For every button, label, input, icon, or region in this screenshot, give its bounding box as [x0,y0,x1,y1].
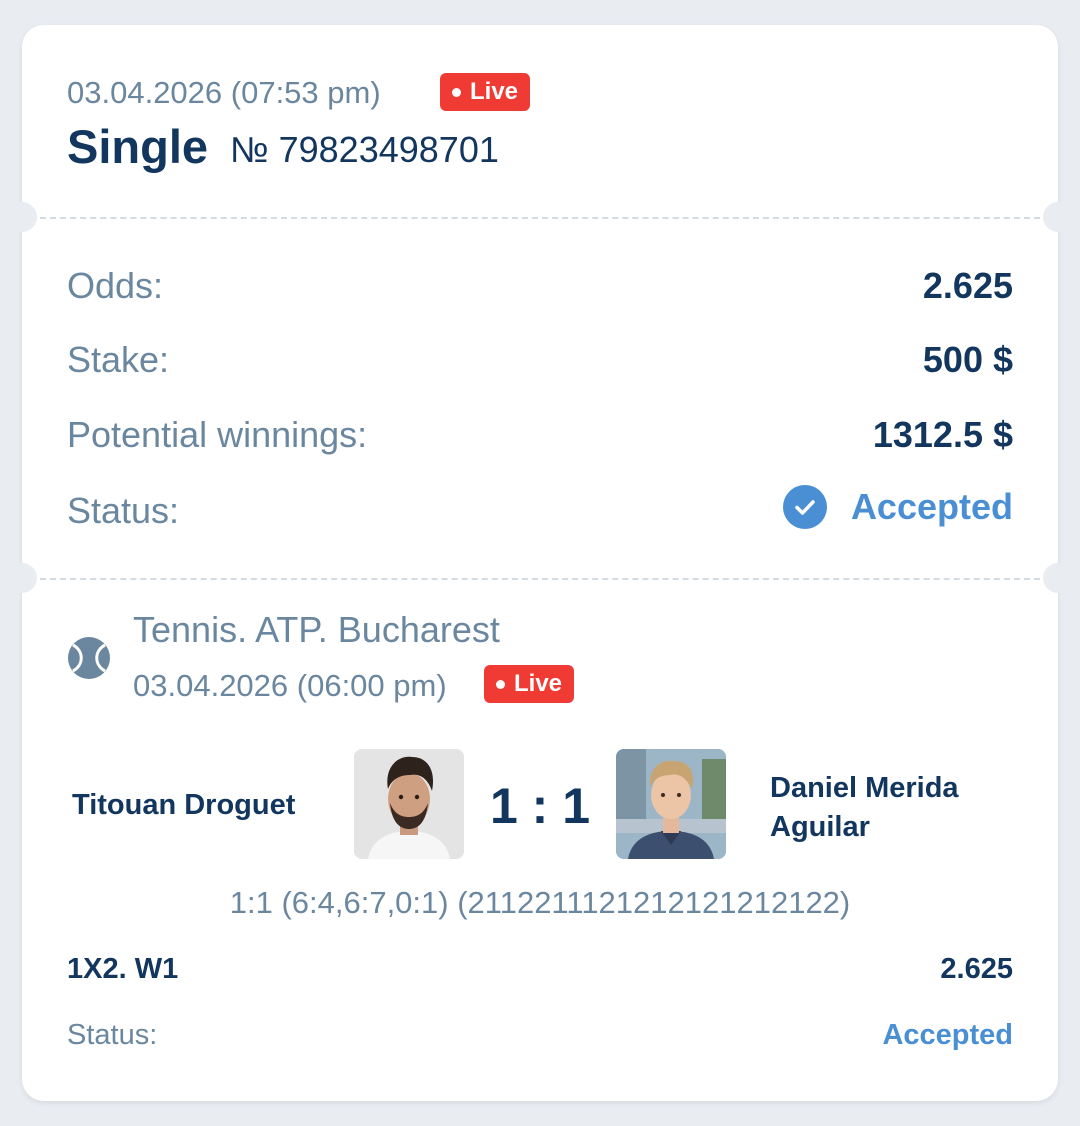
bet-number: № 79823498701 [230,129,499,170]
status-label: Status: [67,490,180,531]
live-label: Live [470,78,519,105]
potential-winnings-value: 1312.5 $ [872,414,1013,455]
match-score: 1 : 1 [489,778,591,834]
stake-value: 500 $ [922,339,1013,380]
selection-status-label: Status: [67,1019,158,1051]
bet-date: 03.04.2026 (07:53 pm) [67,75,381,110]
market-name: 1X2. W1 [67,953,179,985]
live-dot-icon [496,679,505,689]
ticket-notch [1043,202,1073,232]
ticket-notch [7,563,37,593]
player2-name: Daniel Merida Aguilar [770,772,959,843]
event-date: 03.04.2026 (06:00 pm) [133,668,447,703]
selection-status-value: Accepted [882,1019,1013,1051]
league-name: Tennis. ATP. Bucharest [133,609,500,650]
market-odds: 2.625 [940,953,1013,985]
odds-label: Odds: [67,265,164,306]
tennis-ball-icon [67,636,111,680]
ticket-notch [1043,563,1073,593]
live-badge: Live [440,73,531,111]
stake-label: Stake: [67,339,170,380]
divider [40,578,1040,580]
ticket-notch [7,202,37,232]
bet-type-title: Single [67,120,209,173]
status-value: Accepted [782,485,1013,529]
player1-name: Titouan Droguet [72,789,296,821]
potential-winnings-label: Potential winnings: [67,414,368,455]
divider [40,217,1040,219]
live-label: Live [514,670,563,697]
set-scores: 1:1 (6:4,6:7,0:1) (211221112121212121212… [229,885,851,920]
odds-value: 2.625 [922,265,1013,306]
player2-avatar [616,749,726,859]
bet-card: 03.04.2026 (07:53 pm) Live Single № 7982… [7,25,1073,1101]
player1-avatar [354,749,464,859]
check-circle-icon [782,485,827,529]
live-badge: Live [484,665,575,703]
status-text: Accepted [850,486,1013,527]
live-dot-icon [452,87,461,97]
